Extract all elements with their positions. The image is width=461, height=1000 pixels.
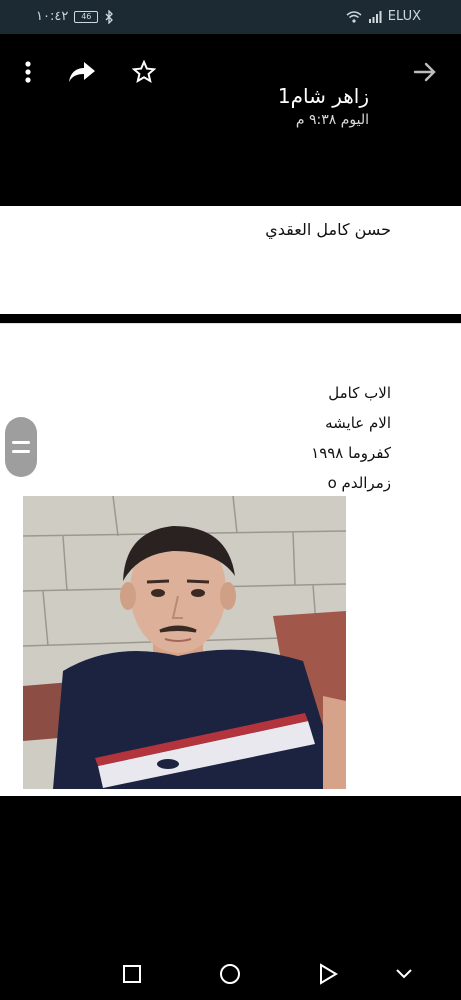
portrait-image bbox=[23, 496, 346, 789]
scroll-handle[interactable] bbox=[5, 417, 37, 477]
home-button[interactable] bbox=[210, 954, 250, 994]
handle-line bbox=[12, 441, 30, 444]
square-icon bbox=[123, 965, 141, 983]
wifi-icon bbox=[346, 10, 362, 23]
triangle-back-icon bbox=[320, 963, 338, 985]
media-viewer-toolbar: زاهر شام1 اليوم ٩:٣٨ م bbox=[0, 34, 461, 206]
hide-nav-button[interactable] bbox=[384, 954, 424, 994]
handle-line bbox=[12, 450, 30, 453]
status-right: ELUX bbox=[346, 9, 421, 24]
message-card: حسن كامل العقدي bbox=[0, 206, 461, 314]
bluetooth-icon bbox=[105, 9, 114, 24]
message-line: زمرالدم o bbox=[327, 474, 391, 492]
message-timestamp: اليوم ٩:٣٨ م bbox=[295, 112, 369, 128]
photo[interactable] bbox=[23, 496, 346, 789]
recents-button[interactable] bbox=[112, 954, 152, 994]
page-title: زاهر شام1 bbox=[277, 84, 369, 108]
system-nav-bar bbox=[0, 940, 461, 1000]
share-icon bbox=[69, 62, 95, 82]
status-bar: ١٠:٤٢ 46 ELUX bbox=[0, 0, 461, 34]
message-line: الاب كامل bbox=[328, 384, 391, 402]
circle-icon bbox=[220, 964, 240, 984]
more-vert-icon bbox=[25, 61, 31, 83]
clock: ١٠:٤٢ bbox=[36, 9, 69, 24]
message-card-with-photo: الاب كامل الام عايشه كفروما ١٩٩٨ زمرالدم… bbox=[0, 323, 461, 796]
message-line: الام عايشه bbox=[325, 414, 391, 432]
battery-icon: 46 bbox=[74, 10, 99, 23]
more-options-button[interactable] bbox=[8, 52, 48, 92]
back-nav-button[interactable] bbox=[308, 954, 348, 994]
carrier-label: ELUX bbox=[387, 9, 421, 24]
signal-icon bbox=[368, 10, 382, 23]
chevron-down-icon bbox=[396, 969, 412, 979]
share-button[interactable] bbox=[62, 52, 102, 92]
star-icon bbox=[132, 60, 156, 84]
star-button[interactable] bbox=[124, 52, 164, 92]
status-left: ١٠:٤٢ 46 bbox=[36, 9, 114, 24]
message-text-lines: الاب كامل الام عايشه كفروما ١٩٩٨ زمرالدم… bbox=[311, 378, 391, 498]
message-text: حسن كامل العقدي bbox=[265, 220, 391, 239]
arrow-right-icon bbox=[413, 62, 436, 82]
message-line: كفروما ١٩٩٨ bbox=[311, 444, 391, 462]
back-button[interactable] bbox=[405, 52, 445, 92]
